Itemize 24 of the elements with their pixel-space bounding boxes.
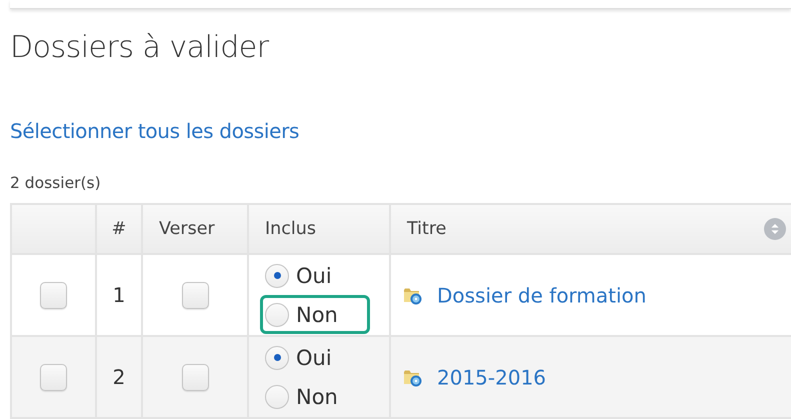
folder-title-link[interactable]: 2015-2016 <box>437 366 546 390</box>
checkbox[interactable] <box>40 364 67 391</box>
column-header: Titre <box>407 219 446 239</box>
checkbox[interactable] <box>40 282 67 309</box>
radio-button[interactable] <box>265 264 289 288</box>
column-header: # <box>112 219 126 239</box>
page-title: Dossiers à valider <box>10 29 270 67</box>
row-number: 1 <box>112 283 126 307</box>
radio-label: Oui <box>296 264 332 288</box>
folder-title-link[interactable]: Dossier de formation <box>437 284 646 308</box>
radio-label: Non <box>296 384 338 408</box>
sort-icon[interactable] <box>764 218 786 240</box>
radio-label: Oui <box>296 346 332 370</box>
radio-label: Non <box>296 302 338 326</box>
radio-button[interactable] <box>265 384 289 408</box>
select-all-link[interactable]: Sélectionner tous les dossiers <box>10 119 300 143</box>
checkbox[interactable] <box>182 364 208 391</box>
result-count: 2 dossier(s) <box>10 173 102 193</box>
column-header: Inclus <box>265 219 316 239</box>
radio-button[interactable] <box>265 302 289 326</box>
radio-button[interactable] <box>265 346 289 370</box>
column-header: Verser <box>159 219 215 239</box>
row-number: 2 <box>112 365 126 389</box>
checkbox[interactable] <box>182 282 208 309</box>
